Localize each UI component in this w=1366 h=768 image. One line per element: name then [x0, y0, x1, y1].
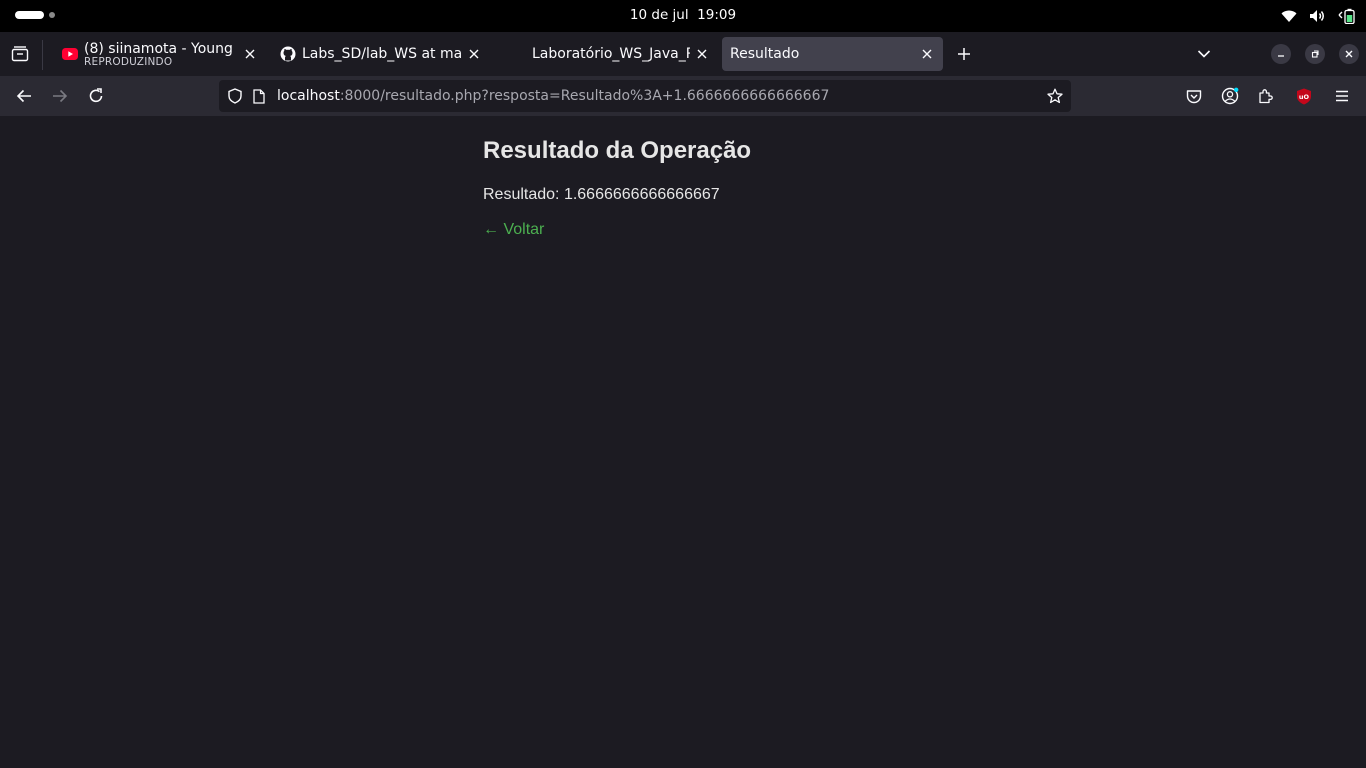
- page-title: Resultado da Operação: [483, 137, 752, 164]
- tab-strip: (8) siinamota - Young Girl REPRODUZINDO …: [0, 32, 1366, 76]
- tab-separator: [42, 40, 43, 70]
- result-page: Resultado da Operação Resultado: 1.66666…: [483, 136, 983, 240]
- youtube-icon: [62, 46, 78, 62]
- clock[interactable]: 10 de jul 19:09: [0, 7, 1366, 23]
- extensions-button[interactable]: [1254, 84, 1278, 108]
- restore-button[interactable]: [1305, 44, 1325, 64]
- app-menu-button[interactable]: [1330, 84, 1354, 108]
- account-icon: [1221, 87, 1239, 105]
- shield-icon[interactable]: [225, 86, 245, 106]
- battery-icon: [1338, 8, 1356, 24]
- list-all-tabs-button[interactable]: [1192, 42, 1216, 66]
- system-tray[interactable]: [1281, 6, 1356, 26]
- star-icon: [1047, 88, 1063, 104]
- address-bar[interactable]: localhost:8000/resultado.php?resposta=Re…: [219, 80, 1071, 112]
- close-tab-button[interactable]: [462, 42, 486, 66]
- tab-title: Laboratório_WS_Java_PH: [532, 46, 690, 62]
- page-icon[interactable]: [249, 86, 269, 106]
- tab-laboratorio[interactable]: Laboratório_WS_Java_PH: [492, 37, 718, 71]
- bookmark-star-button[interactable]: [1045, 86, 1065, 106]
- new-tab-button[interactable]: [952, 42, 976, 66]
- volume-icon: [1309, 9, 1326, 23]
- firefox-view-button[interactable]: [8, 42, 32, 66]
- arrow-left-icon: [16, 89, 31, 103]
- pocket-icon: [1186, 89, 1202, 103]
- close-icon: [697, 49, 707, 59]
- navigation-toolbar: localhost:8000/resultado.php?resposta=Re…: [0, 76, 1366, 116]
- chevron-down-icon: [1197, 50, 1211, 58]
- account-button[interactable]: [1218, 84, 1242, 108]
- ublock-origin-button[interactable]: uO: [1292, 84, 1316, 108]
- reload-button[interactable]: [84, 84, 108, 108]
- restore-icon: [1311, 50, 1319, 58]
- puzzle-icon: [1259, 89, 1273, 104]
- url-host: localhost: [277, 88, 340, 104]
- forward-button[interactable]: [48, 84, 72, 108]
- url-text[interactable]: localhost:8000/resultado.php?resposta=Re…: [277, 88, 1045, 104]
- tab-resultado[interactable]: Resultado: [722, 37, 943, 71]
- github-icon: [280, 46, 296, 62]
- blank-page-icon: [508, 46, 526, 62]
- hamburger-icon: [1336, 90, 1348, 102]
- tab-title: (8) siinamota - Young Girl: [84, 40, 238, 57]
- plus-icon: [958, 48, 970, 60]
- close-window-button[interactable]: [1339, 44, 1359, 64]
- tab-youtube[interactable]: (8) siinamota - Young Girl REPRODUZINDO: [50, 37, 266, 71]
- close-tab-button[interactable]: [690, 42, 714, 66]
- tab-playing-label: REPRODUZINDO: [84, 55, 173, 68]
- close-icon: [245, 49, 255, 59]
- system-top-bar: 10 de jul 19:09: [0, 0, 1366, 32]
- close-icon: [469, 49, 479, 59]
- back-button[interactable]: [12, 84, 36, 108]
- back-link[interactable]: ← Voltar: [483, 220, 544, 240]
- close-icon: [1345, 50, 1353, 58]
- wifi-icon: [1281, 9, 1297, 23]
- pocket-button[interactable]: [1182, 84, 1206, 108]
- close-tab-button[interactable]: [915, 42, 939, 66]
- tab-title: Resultado: [730, 46, 800, 62]
- minimize-icon: [1278, 55, 1284, 57]
- svg-text:uO: uO: [1299, 92, 1310, 100]
- tab-title: Labs_SD/lab_WS at main ·: [302, 46, 462, 62]
- result-text: Resultado: 1.6666666666666667: [483, 186, 720, 203]
- close-icon: [922, 49, 932, 59]
- page-content: Resultado da Operação Resultado: 1.66666…: [0, 116, 1366, 768]
- close-tab-button[interactable]: [238, 42, 262, 66]
- ublock-icon: uO: [1297, 88, 1311, 104]
- reload-icon: [89, 88, 103, 103]
- firefox-view-icon: [11, 46, 29, 62]
- url-path: :8000/resultado.php?resposta=Resultado%3…: [339, 88, 830, 104]
- tab-github[interactable]: Labs_SD/lab_WS at main ·: [268, 37, 490, 71]
- arrow-right-icon: [53, 89, 68, 103]
- minimize-button[interactable]: [1271, 44, 1291, 64]
